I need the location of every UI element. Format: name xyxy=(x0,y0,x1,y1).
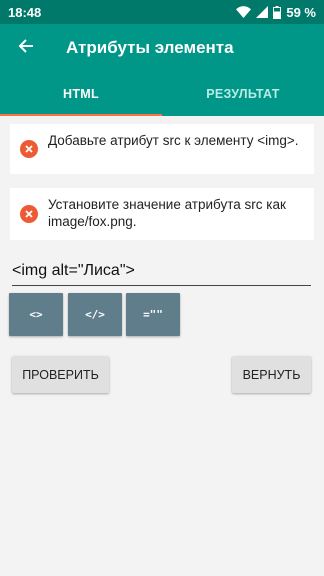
back-button[interactable] xyxy=(2,24,50,72)
insert-attribute-button[interactable]: ="" xyxy=(126,293,180,336)
error-message-2: Установите значение атрибута src как ima… xyxy=(10,188,314,240)
tab-result[interactable]: РЕЗУЛЬТАТ xyxy=(162,72,324,116)
error-icon xyxy=(20,205,38,223)
app-bar: Атрибуты элемента xyxy=(0,24,324,72)
wifi-icon xyxy=(236,6,252,18)
insert-closing-tag-button[interactable]: </> xyxy=(68,293,122,336)
error-icon xyxy=(20,140,38,158)
status-bar: 18:48 59 % xyxy=(0,0,324,24)
insert-tag-button[interactable]: <> xyxy=(9,293,63,336)
battery-percent: 59 % xyxy=(286,4,316,20)
error-message-1: Добавьте атрибут src к элементу <img>. xyxy=(10,124,314,174)
signal-icon xyxy=(256,6,269,18)
error-message-text: Установите значение атрибута src как ima… xyxy=(48,197,286,229)
page-title: Атрибуты элемента xyxy=(66,38,234,57)
error-message-text: Добавьте атрибут src к элементу <img>. xyxy=(48,133,299,148)
check-button[interactable]: ПРОВЕРИТЬ xyxy=(12,356,109,393)
tab-bar: HTML РЕЗУЛЬТАТ xyxy=(0,72,324,116)
code-input[interactable] xyxy=(12,258,311,286)
reset-button[interactable]: ВЕРНУТЬ xyxy=(232,356,311,393)
battery-icon xyxy=(273,5,282,19)
tab-html[interactable]: HTML xyxy=(0,72,162,116)
tab-indicator xyxy=(0,114,162,116)
status-time: 18:48 xyxy=(8,4,42,20)
status-icons: 59 % xyxy=(236,5,316,20)
arrow-back-icon xyxy=(18,38,34,59)
